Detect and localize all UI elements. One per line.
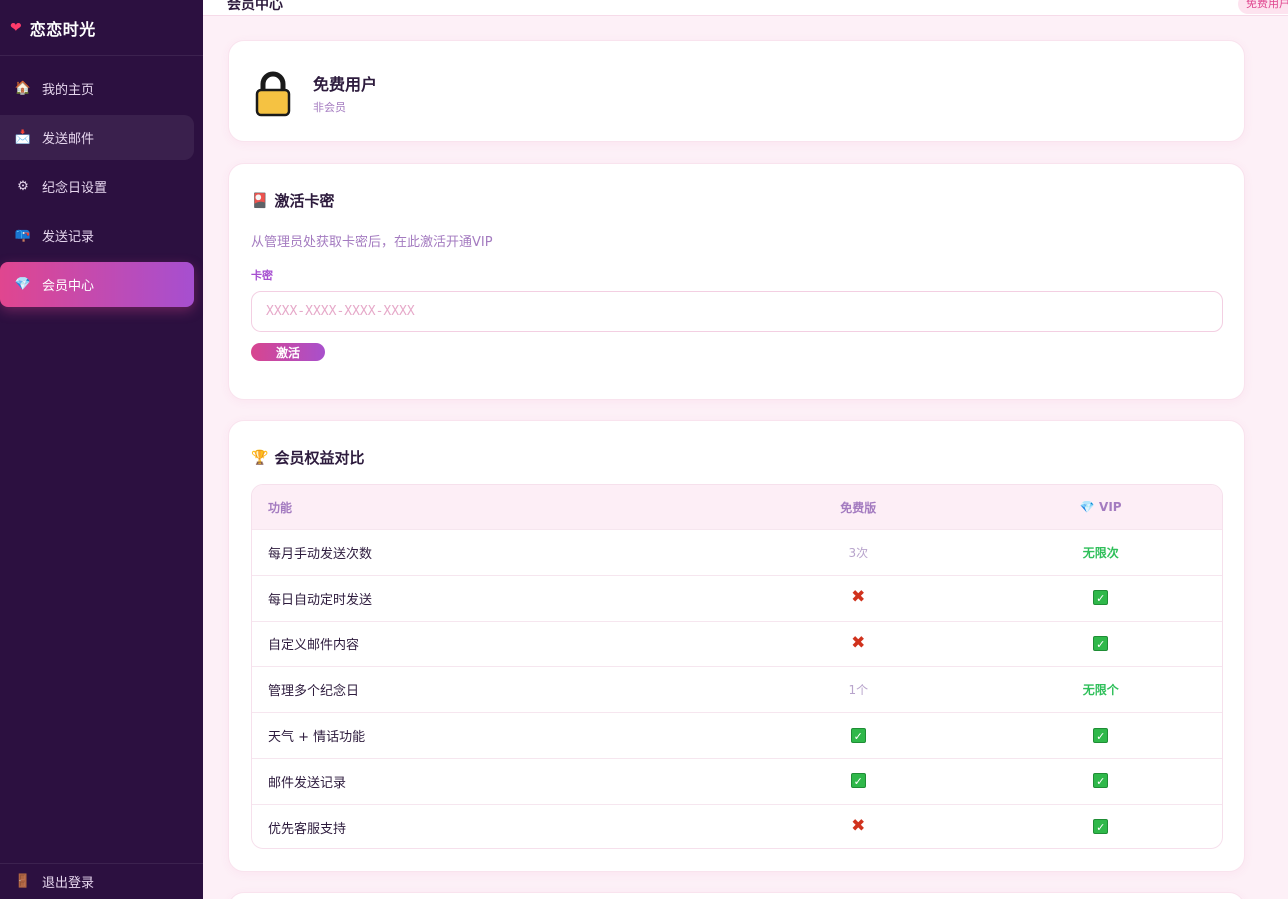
sidebar-item-home[interactable]: 🏠 我的主页 <box>0 66 194 111</box>
compare-title: 🏆 会员权益对比 <box>251 447 364 468</box>
compare-title-text: 会员权益对比 <box>274 449 365 467</box>
check-icon: ✓ <box>1093 773 1109 789</box>
gear-icon: ⚙ <box>17 179 29 194</box>
check-icon: ✓ <box>1093 727 1109 743</box>
home-icon: 🏠 <box>14 81 32 96</box>
logout-label: 退出登录 <box>42 876 95 891</box>
card-icon: 🎴 <box>251 192 269 209</box>
feature-cell: 管理多个纪念日 <box>268 684 360 700</box>
topbar: 会员中心 免费用户 <box>203 0 1288 16</box>
check-icon: ✓ <box>850 727 866 743</box>
table-row: 管理多个纪念日 1个 无限个 <box>252 666 1222 712</box>
vip-cell: ✓ <box>980 819 1222 835</box>
sidebar-item-send-mail[interactable]: 📩 发送邮件 <box>0 115 194 160</box>
activate-button[interactable]: 激活 <box>251 343 325 361</box>
feature-cell: 自定义邮件内容 <box>268 638 360 654</box>
feature-cell: 天气 + 情话功能 <box>268 730 366 746</box>
free-cell: ✓ <box>737 773 979 789</box>
activate-card: 🎴 激活卡密 从管理员处获取卡密后，在此激活开通VIP 卡密 激活 <box>228 163 1245 400</box>
sidebar: ❤ 恋恋时光 🏠 我的主页 📩 发送邮件 ⚙ 纪念日设置 📪 发送记录 💎 会员… <box>0 0 203 899</box>
sidebar-item-label: 纪念日设置 <box>42 181 108 196</box>
sidebar-item-label: 发送邮件 <box>42 132 95 147</box>
next-card <box>228 892 1245 899</box>
table-header: 功能 免费版 💎 VIP <box>252 485 1222 529</box>
activate-title-text: 激活卡密 <box>274 192 335 210</box>
diamond-icon: 💎 <box>1079 500 1095 514</box>
feature-cell: 每月手动发送次数 <box>268 546 373 562</box>
check-icon: ✓ <box>1093 819 1109 835</box>
user-status: 非会员 <box>313 101 346 114</box>
check-icon: ✓ <box>1093 590 1109 606</box>
header-feature: 功能 <box>268 500 293 515</box>
table-row: 每日自动定时发送 ✖ ✓ <box>252 574 1222 621</box>
cross-icon: ✖ <box>851 587 866 608</box>
page-title: 会员中心 <box>227 0 283 13</box>
table-row: 每月手动发送次数 3次 无限次 <box>252 529 1222 575</box>
free-cell: ✓ <box>737 727 979 744</box>
table-row: 优先客服支持 ✖ ✓ <box>252 803 1222 848</box>
vip-cell: 无限次 <box>980 544 1222 561</box>
free-cell: 1个 <box>737 681 979 698</box>
diamond-icon: 💎 <box>14 277 32 292</box>
compare-card: 🏆 会员权益对比 功能 免费版 💎 VIP 每月手动发送次数 3次 无限次每日自动定… <box>228 420 1245 872</box>
free-cell: ✖ <box>737 816 979 837</box>
status-badge: 免费用户 <box>1238 0 1288 14</box>
free-value: 1个 <box>848 683 869 698</box>
free-cell: 3次 <box>737 544 979 561</box>
free-value: 3次 <box>848 545 869 560</box>
logout-button[interactable]: 🚪 退出登录 <box>0 863 203 899</box>
free-cell: ✖ <box>737 632 979 653</box>
vip-value: 无限次 <box>1082 545 1119 560</box>
sidebar-nav: 🏠 我的主页 📩 发送邮件 ⚙ 纪念日设置 📪 发送记录 💎 会员中心 <box>0 56 203 307</box>
user-name: 免费用户 <box>313 75 378 94</box>
cross-icon: ✖ <box>851 816 866 837</box>
header-free: 免费版 <box>840 500 877 515</box>
user-card: 免费用户 非会员 <box>228 40 1245 142</box>
brand[interactable]: ❤ 恋恋时光 <box>0 0 203 56</box>
sidebar-item-label: 发送记录 <box>42 230 95 245</box>
heart-icon: ❤ <box>10 19 22 36</box>
compare-table: 功能 免费版 💎 VIP 每月手动发送次数 3次 无限次 每日自动定时发送 ✖ ✓ 自定义邮… <box>251 484 1223 849</box>
check-icon: ✓ <box>850 773 866 789</box>
table-body: 每月手动发送次数 3次 无限次每日自动定时发送 ✖ ✓ 自定义邮件内容 ✖ ✓ 管理多个纪念日 1… <box>252 529 1222 848</box>
header-vip-label: VIP <box>1099 500 1122 514</box>
brand-name: 恋恋时光 <box>29 19 96 39</box>
activate-title: 🎴 激活卡密 <box>251 190 334 211</box>
vip-cell: 无限个 <box>980 681 1222 698</box>
activate-description: 从管理员处获取卡密后，在此激活开通VIP <box>251 235 493 250</box>
vip-cell: ✓ <box>980 590 1222 606</box>
vip-value: 无限个 <box>1082 683 1119 698</box>
lock-icon <box>255 71 291 117</box>
free-cell: ✖ <box>737 587 979 608</box>
table-row: 自定义邮件内容 ✖ ✓ <box>252 620 1222 667</box>
door-icon: 🚪 <box>14 874 32 889</box>
card-key-label: 卡密 <box>251 269 273 282</box>
feature-cell: 每日自动定时发送 <box>268 592 373 608</box>
feature-cell: 优先客服支持 <box>268 821 347 837</box>
sidebar-item-anniversary[interactable]: ⚙ 纪念日设置 <box>0 164 194 209</box>
sidebar-item-records[interactable]: 📪 发送记录 <box>0 213 194 258</box>
header-vip: 💎 VIP <box>980 500 1222 514</box>
mail-icon: 📩 <box>14 130 32 145</box>
feature-cell: 邮件发送记录 <box>268 775 347 791</box>
table-row: 天气 + 情话功能 ✓ ✓ <box>252 712 1222 758</box>
check-icon: ✓ <box>1093 635 1109 651</box>
trophy-icon: 🏆 <box>251 449 269 466</box>
sidebar-item-label: 会员中心 <box>42 279 95 294</box>
vip-cell: ✓ <box>980 773 1222 789</box>
vip-cell: ✓ <box>980 727 1222 744</box>
sidebar-item-label: 我的主页 <box>42 83 95 98</box>
cross-icon: ✖ <box>851 632 866 653</box>
sidebar-item-membership[interactable]: 💎 会员中心 <box>0 262 194 307</box>
mailbox-icon: 📪 <box>14 228 32 243</box>
vip-cell: ✓ <box>980 635 1222 652</box>
card-key-input[interactable] <box>251 291 1223 332</box>
table-row: 邮件发送记录 ✓ ✓ <box>252 757 1222 804</box>
